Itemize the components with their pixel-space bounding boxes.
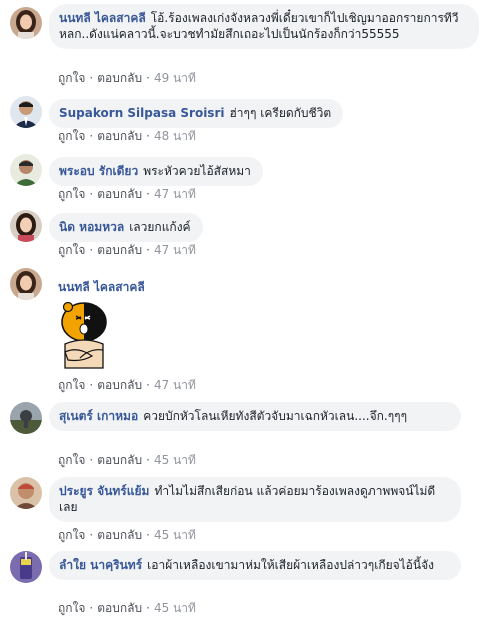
comment-actions: ถูกใจ · ตอบกลับ · 47 นาที [58,377,196,393]
avatar-man-icon [10,154,42,186]
comment-bubble: นนทลี ไคลสาคลี โอ้.ร้องเพลงเก่งจังหลวงพี่… [49,4,479,49]
timestamp[interactable]: 45 นาที [154,601,196,615]
commenter-name[interactable]: นนทลี ไคลสาคลี [58,279,145,295]
commenter-name[interactable]: สุเนตร์ เกาหมอ [59,409,138,423]
separator: · [89,453,94,467]
separator: · [146,601,150,615]
separator: · [146,71,150,85]
reply-button[interactable]: ตอบกลับ [97,528,142,542]
bear-sticker-icon [61,301,107,369]
avatar[interactable] [10,477,42,509]
like-button[interactable]: ถูกใจ [58,378,85,392]
like-button[interactable]: ถูกใจ [58,453,85,467]
timestamp[interactable]: 47 นาที [154,243,196,257]
avatar-man-suit-icon [10,96,42,128]
comment-actions: ถูกใจ · ตอบกลับ · 45 นาที [58,452,196,468]
comment-text: พระหัวควยไอ้สัสหมา [143,164,251,178]
commenter-name[interactable]: ประยูร จันทร์แย้ม [59,484,149,498]
comment-actions: ถูกใจ · ตอบกลับ · 45 นาที [58,600,196,616]
separator: · [146,528,150,542]
commenter-name[interactable]: นิด หอมหวล [59,220,124,234]
comment-bubble: ประยูร จันทร์แย้ม ทำไมไม่สึกเสียก่อน แล้ว… [49,477,461,522]
separator: · [146,187,150,201]
comment-actions: ถูกใจ · ตอบกลับ · 47 นาที [58,242,196,258]
reply-button[interactable]: ตอบกลับ [97,129,142,143]
reply-button[interactable]: ตอบกลับ [97,71,142,85]
like-button[interactable]: ถูกใจ [58,243,85,257]
comment-text: เอาผ้าเหลืองเขามาห่มให้เสียผ้าเหลืองปล่า… [147,558,434,572]
separator: · [146,243,150,257]
separator: · [146,378,150,392]
avatar[interactable] [10,154,42,186]
separator: · [89,71,94,85]
avatar[interactable] [10,96,42,128]
separator: · [89,378,94,392]
separator: · [89,187,94,201]
reply-button[interactable]: ตอบกลับ [97,243,142,257]
comment-bubble: นิด หอมหวล เลวยกแก้งค์ [49,213,203,242]
reply-button[interactable]: ตอบกลับ [97,453,142,467]
commenter-name[interactable]: ลำใย นาคฺรินทร์ [59,558,142,572]
like-button[interactable]: ถูกใจ [58,71,85,85]
comment-bubble: Supakorn Silpasa Sroisri ฮ่าๆๆ เครียดกับช… [49,99,344,128]
timestamp[interactable]: 45 นาที [154,528,196,542]
timestamp[interactable]: 47 นาที [154,378,196,392]
timestamp[interactable]: 49 นาที [154,71,196,85]
commenter-name[interactable]: Supakorn Silpasa Sroisri [59,106,224,120]
comment-text: เลวยกแก้งค์ [129,220,191,234]
like-button[interactable]: ถูกใจ [58,528,85,542]
avatar[interactable] [10,551,42,583]
avatar-woman-icon [10,210,42,242]
comment-bubble: สุเนตร์ เกาหมอ ควยบักหัวโลนเหียทังสีตัวจั… [49,402,461,431]
avatar-landscape-icon [10,402,42,434]
avatar[interactable] [10,402,42,434]
reply-button[interactable]: ตอบกลับ [97,187,142,201]
comment-text: ฮ่าๆๆ เครียดกับชีวิต [229,106,332,120]
commenter-name[interactable]: พระอบ รักเดียว [59,164,138,178]
timestamp[interactable]: 45 นาที [154,453,196,467]
comment-bubble: ลำใย นาคฺรินทร์ เอาผ้าเหลืองเขามาห่มให้เส… [49,551,461,580]
separator: · [89,243,94,257]
avatar[interactable] [10,268,42,300]
like-button[interactable]: ถูกใจ [58,187,85,201]
avatar-man-icon [10,477,42,509]
comment-text: ควยบักหัวโลนเหียทังสีตัวจับมาเฉกหัวเลน..… [143,409,408,423]
like-button[interactable]: ถูกใจ [58,129,85,143]
timestamp[interactable]: 48 นาที [154,129,196,143]
separator: · [89,601,94,615]
reply-button[interactable]: ตอบกลับ [97,601,142,615]
separator: · [89,528,94,542]
comment-actions: ถูกใจ · ตอบกลับ · 49 นาที [58,70,196,86]
avatar-drink-icon [10,551,42,583]
like-button[interactable]: ถูกใจ [58,601,85,615]
timestamp[interactable]: 47 นาที [154,187,196,201]
reply-button[interactable]: ตอบกลับ [97,378,142,392]
commenter-name[interactable]: นนทลี ไคลสาคลี [59,11,146,25]
comment-bubble: พระอบ รักเดียว พระหัวควยไอ้สัสหมา [49,157,263,186]
separator: · [146,129,150,143]
avatar-woman-icon [10,268,42,300]
avatar[interactable] [10,7,42,39]
comment-actions: ถูกใจ · ตอบกลับ · 45 นาที [58,527,196,543]
crying-bear-sticker [56,301,112,370]
avatar[interactable] [10,210,42,242]
comment-actions: ถูกใจ · ตอบกลับ · 47 นาที [58,186,196,202]
comment-actions: ถูกใจ · ตอบกลับ · 48 นาที [58,128,196,144]
separator: · [89,129,94,143]
avatar-woman-icon [10,7,42,39]
separator: · [146,453,150,467]
